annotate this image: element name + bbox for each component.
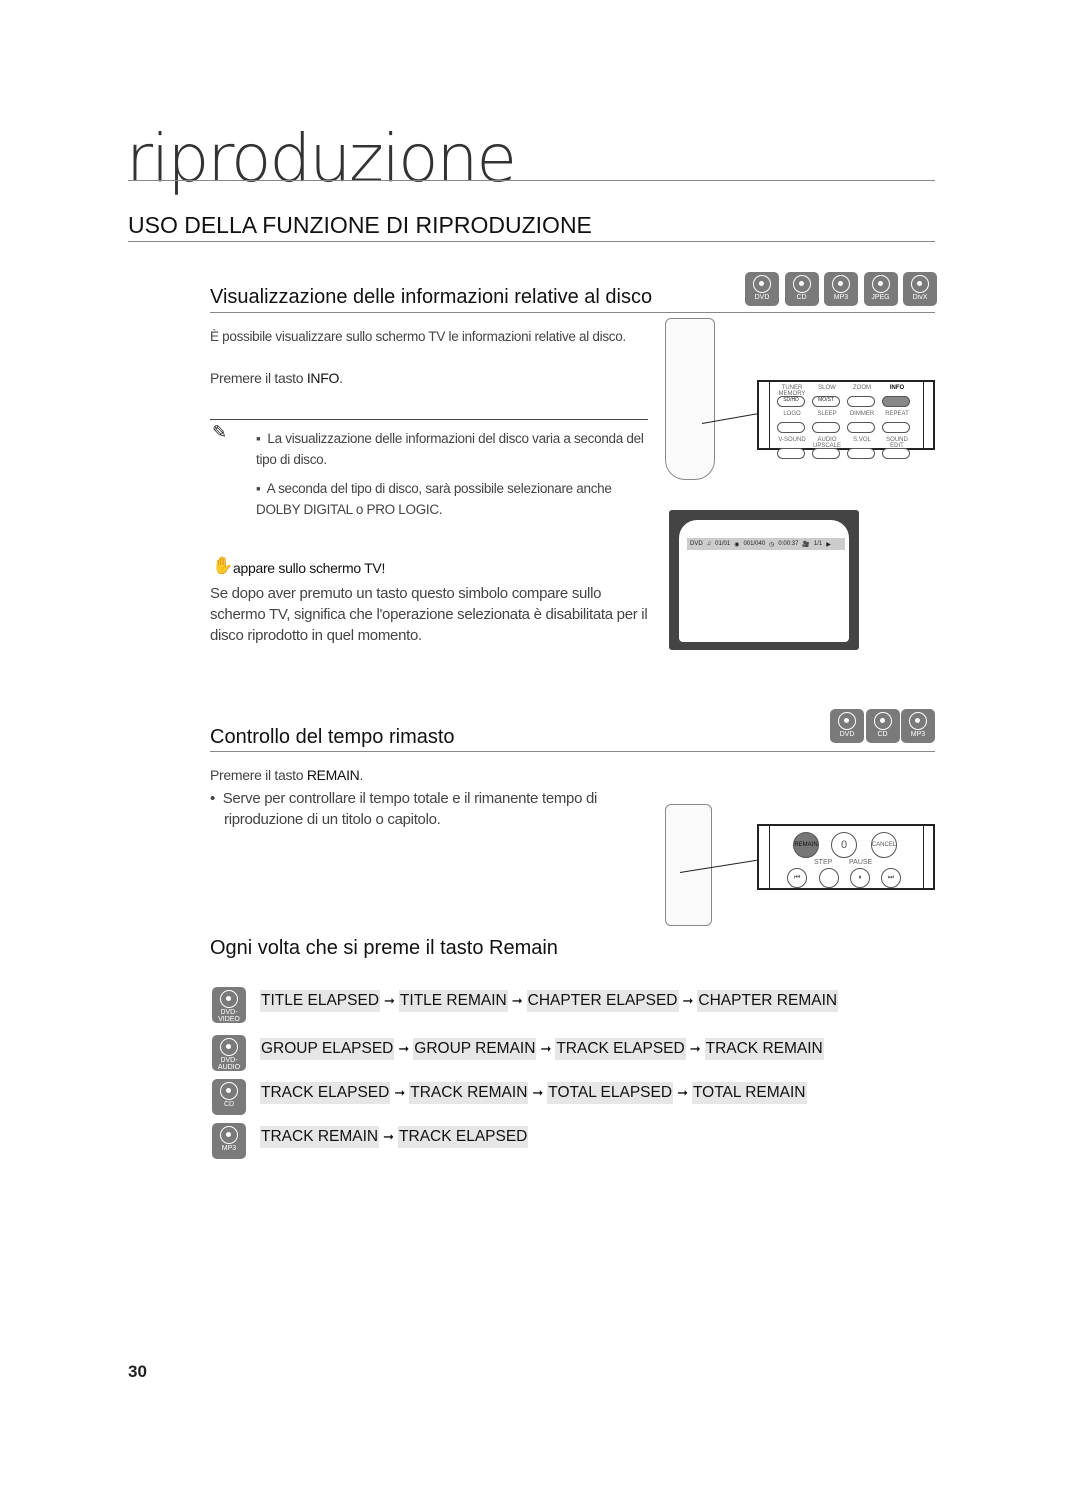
chapter-title: riproduzione: [126, 120, 517, 197]
note-2: ▪ A seconda del tipo di disco, sarà poss…: [256, 481, 612, 517]
remote-key-label: REPEAT: [885, 411, 909, 417]
tv-screen: DVD ♫ 01/01 ◉ 001/040 ◷ 0:00:37 🎥 1/1 ▶: [669, 510, 859, 650]
remote-key-label: V-SOUND: [778, 437, 806, 443]
divider: [210, 419, 648, 420]
disc-icon-dvd: DVD: [745, 272, 779, 306]
sequence-step: TRACK REMAIN: [704, 1038, 824, 1060]
sequence-heading: Ogni volta che si preme il tasto Remain: [210, 937, 558, 959]
step-label: STEP: [814, 859, 833, 866]
remote-key-label: DIMMER: [849, 411, 875, 417]
disc-icon-mp3: MP3: [901, 709, 935, 743]
sequence-step: TOTAL ELAPSED: [547, 1082, 674, 1104]
disc-icon-dvd-video: DVD-VIDEO: [212, 987, 246, 1023]
arrow-icon: ➞: [689, 1041, 701, 1056]
remote-key: [812, 422, 840, 433]
remote-key-label: S.VOL: [853, 437, 871, 443]
sequence-step: TOTAL REMAIN: [691, 1082, 807, 1104]
remote-key: MO/ST: [812, 396, 840, 407]
sequence-step: CHAPTER ELAPSED: [526, 990, 679, 1012]
arrow-icon: ➞: [532, 1085, 544, 1100]
sequence-step: GROUP ELAPSED: [260, 1038, 395, 1060]
remote-key-label: INFO: [889, 385, 905, 391]
arrow-icon: ➞: [383, 1129, 395, 1144]
arrow-icon: ➞: [394, 1085, 406, 1100]
remote-illustration: [665, 804, 712, 926]
remote-key: SD/HD: [777, 396, 805, 407]
disc-icon-jpeg: JPEG: [863, 272, 898, 306]
remote-key-label: SLEEP: [817, 411, 837, 417]
note-icon: ✎: [212, 422, 228, 442]
disc-icon-cd: CD: [865, 709, 900, 743]
remote-key-label: ZOOM: [853, 385, 871, 391]
divider: [128, 180, 935, 181]
divider: [128, 241, 935, 242]
remote-key: [777, 422, 805, 433]
info-press: Premere il tasto INFO.: [210, 370, 343, 386]
disc-icon-cd: CD: [784, 272, 819, 306]
remote-key: [882, 448, 910, 459]
info-text: È possibile visualizzare sullo schermo T…: [210, 329, 626, 344]
remain-key-panel: REMAIN 0 CANCEL STEP PAUSE ⏮ ⏸ ⏭: [757, 824, 935, 890]
disc-icon-cd: CD: [212, 1079, 246, 1115]
divider: [210, 751, 935, 752]
disc-icon-dvd-audio: DVD-AUDIO: [212, 1035, 246, 1071]
prev-key-icon: ⏮: [787, 868, 807, 888]
sequence-step: TRACK ELAPSED: [260, 1082, 391, 1104]
remain-press: Premere il tasto REMAIN.: [210, 767, 364, 783]
remote-key: [812, 448, 840, 459]
sequence-row: TRACK REMAIN ➞ TRACK ELAPSED: [260, 1126, 529, 1148]
remote-key: [882, 422, 910, 433]
pause-key-icon: ⏸: [850, 868, 870, 888]
step-key: [819, 868, 839, 888]
info-key-panel: TUNER MEMORY SLOW ZOOM INFO SD/HD MO/ST LOGO SL…: [757, 380, 935, 459]
hand-title: appare sullo schermo TV!: [233, 560, 386, 576]
arrow-icon: ➞: [384, 993, 395, 1008]
remote-key: [847, 448, 875, 459]
arrow-icon: ➞: [677, 1085, 688, 1100]
arrow-icon: ➞: [682, 993, 694, 1008]
sequence-row: TRACK ELAPSED ➞ TRACK REMAIN ➞ TOTAL ELAPSED…: [260, 1082, 807, 1104]
info-heading: Visualizzazione delle informazioni relat…: [210, 286, 653, 308]
sequence-step: TRACK REMAIN: [409, 1082, 529, 1104]
arrow-icon: ➞: [540, 1041, 552, 1056]
hand-text: Se dopo aver premuto un tasto questo sim…: [210, 585, 648, 644]
next-key-icon: ⏭: [881, 868, 901, 888]
hand-icon: ✋: [212, 556, 234, 575]
remain-heading: Controllo del tempo rimasto: [210, 726, 455, 748]
sequence-step: TITLE REMAIN: [398, 990, 508, 1012]
note-1: ▪ La visualizzazione delle informazioni …: [256, 431, 644, 467]
remote-illustration: [665, 318, 715, 480]
page-number: 30: [128, 1362, 147, 1381]
sequence-step: TRACK ELAPSED: [555, 1038, 686, 1060]
sequence-row: TITLE ELAPSED ➞ TITLE REMAIN ➞ CHAPTER ELAPS…: [260, 990, 839, 1012]
sequence-step: TRACK REMAIN: [260, 1126, 380, 1148]
cancel-key: CANCEL: [871, 832, 897, 858]
sequence-row: GROUP ELAPSED ➞ GROUP REMAIN ➞ TRACK ELAPSED…: [260, 1038, 824, 1060]
disc-icon-mp3: MP3: [824, 272, 858, 306]
remote-key-label: LOGO: [783, 411, 801, 417]
remain-bullet: • Serve per controllare il tempo totale …: [210, 790, 598, 828]
remote-key: [777, 448, 805, 459]
remote-key: [847, 396, 875, 407]
disc-icon-mp3: MP3: [212, 1123, 246, 1159]
sequence-step: GROUP REMAIN: [413, 1038, 537, 1060]
pause-label: PAUSE: [849, 859, 873, 866]
arrow-icon: ➞: [511, 993, 523, 1008]
remote-key: [847, 422, 875, 433]
remain-key: REMAIN: [793, 832, 819, 858]
disc-icon-dvd: DVD: [830, 709, 864, 743]
remote-key: [882, 396, 910, 407]
sequence-step: CHAPTER REMAIN: [697, 990, 839, 1012]
zero-key: 0: [831, 832, 857, 858]
section-title: USO DELLA FUNZIONE DI RIPRODUZIONE: [128, 212, 592, 238]
disc-icon-divx: DivX: [903, 272, 937, 306]
divider: [210, 312, 935, 313]
sequence-step: TRACK ELAPSED: [398, 1126, 529, 1148]
remote-key-label: SLOW: [818, 385, 836, 391]
arrow-icon: ➞: [398, 1041, 410, 1056]
info-bar: DVD ♫ 01/01 ◉ 001/040 ◷ 0:00:37 🎥 1/1 ▶: [687, 538, 845, 550]
sequence-step: TITLE ELAPSED: [260, 990, 381, 1012]
